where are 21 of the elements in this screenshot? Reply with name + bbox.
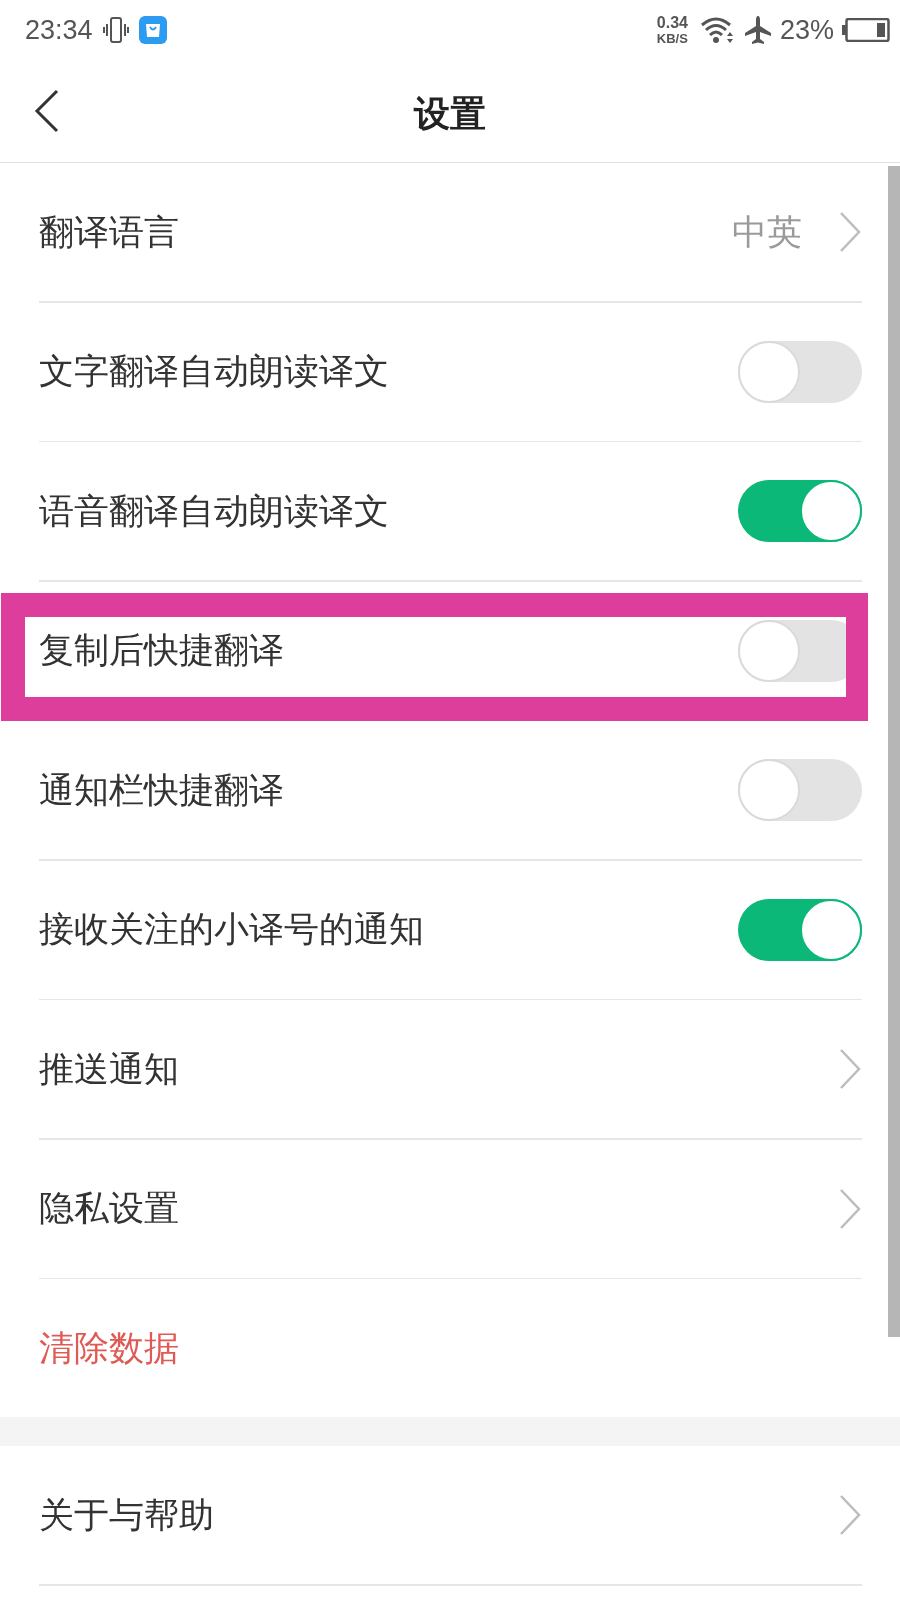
setting-label: 文字翻译自动朗读译文 [39, 350, 389, 393]
network-speed: 0.34 [656, 14, 688, 32]
chevron-right-icon [838, 1494, 862, 1536]
clock-time: 23:34 [25, 16, 93, 44]
setting-value: 中英 [732, 210, 802, 254]
battery-icon [842, 18, 890, 42]
airplane-icon [743, 15, 772, 45]
vibrate-icon [102, 16, 129, 44]
network-speed-unit: KB/S [656, 31, 688, 46]
setting-label: 复制后快捷翻译 [39, 629, 284, 672]
chevron-right-icon [838, 1048, 862, 1090]
chevron-right-icon [838, 1187, 862, 1230]
page-title: 设置 [414, 92, 486, 136]
setting-label: 接收关注的小译号的通知 [39, 908, 424, 951]
toggle-switch[interactable] [738, 480, 862, 542]
setting-label: 语音翻译自动朗读译文 [39, 489, 389, 533]
shopping-bag-app-icon [138, 16, 167, 44]
setting-label: 通知栏快捷翻译 [39, 768, 284, 812]
wifi-icon [699, 16, 736, 44]
battery-percent: 23% [779, 16, 834, 44]
chevron-right-icon [838, 211, 862, 253]
